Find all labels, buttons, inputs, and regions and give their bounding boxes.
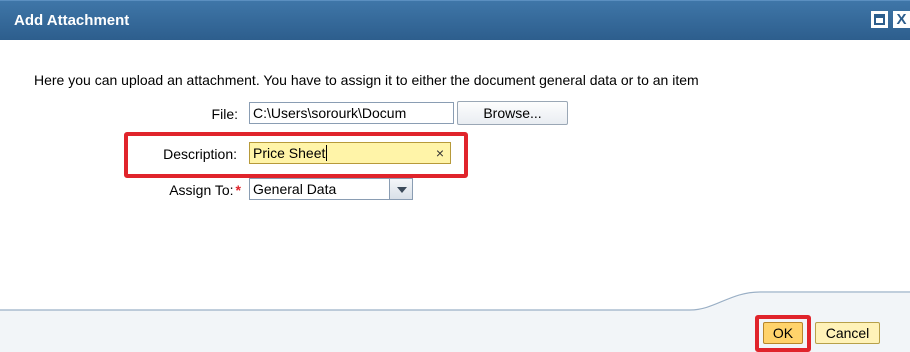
description-field[interactable]: Price Sheet × [249,142,451,164]
assign-to-value: General Data [253,181,337,197]
assign-to-label-text: Assign To: [169,182,234,198]
maximize-glyph [874,14,885,25]
assign-to-select[interactable]: General Data [249,178,413,200]
cancel-button[interactable]: Cancel [815,322,880,344]
chevron-down-icon[interactable] [389,179,412,199]
dialog-title: Add Attachment [14,12,130,29]
text-caret [326,145,328,161]
description-value: Price Sheet [253,145,326,161]
clear-icon[interactable]: × [436,143,444,163]
ok-button[interactable]: OK [763,322,803,344]
assign-to-label: Assign To: * [136,182,241,198]
required-marker: * [235,182,241,198]
window-maximize-icon[interactable] [871,11,888,28]
description-label: Description: [163,146,237,162]
intro-text: Here you can upload an attachment. You h… [34,72,699,88]
browse-button[interactable]: Browse... [457,101,568,125]
close-icon[interactable]: X [893,11,910,28]
file-label: File: [211,106,238,122]
file-path-field[interactable]: C:\Users\sorourk\Docum [249,102,454,124]
dialog-titlebar: Add Attachment X [0,0,910,40]
